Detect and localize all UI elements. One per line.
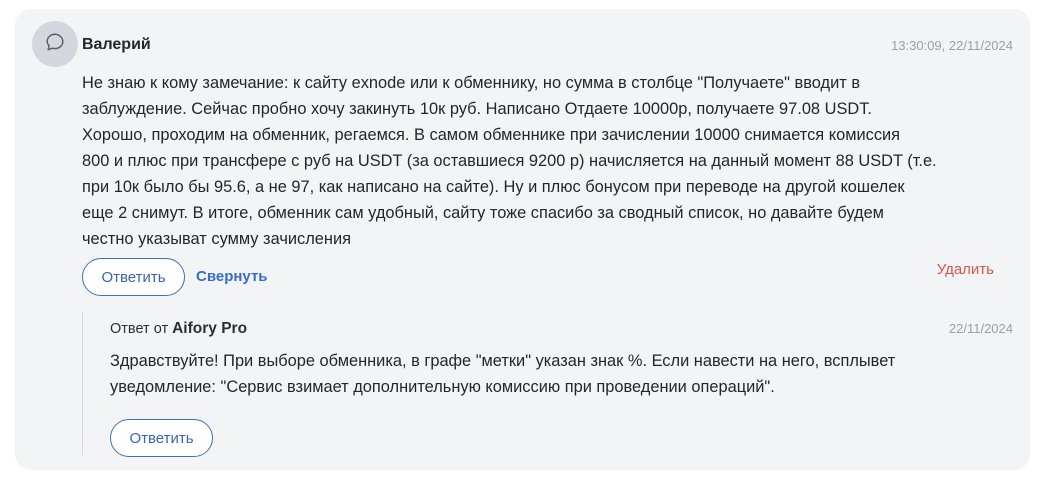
comment-author: Валерий (82, 36, 151, 53)
comment-line: еще 2 снимут. В итоге, обменник сам удоб… (82, 204, 884, 222)
comment-body: Не знаю к кому замечание: к сайту exnode… (82, 70, 1012, 252)
reply-author: Aifory Pro (172, 320, 248, 337)
reply-line: уведомление: "Сервис взимает дополнитель… (110, 378, 775, 396)
reply-line: Здравствуйте! При выборе обменника, в гр… (110, 352, 896, 370)
comment-line: честно указыват сумму зачисления (82, 230, 351, 248)
comment-line: Хорошо, проходим на обменник, регаемся. … (82, 126, 901, 144)
reply-prefix: Ответ от (110, 321, 169, 337)
comment-line: Не знаю к кому замечание: к сайту exnode… (82, 74, 861, 92)
avatar (32, 21, 78, 67)
chat-bubble-icon (44, 31, 66, 58)
reply-button[interactable]: Ответить (82, 258, 185, 296)
comment-timestamp: 13:30:09, 22/11/2024 (891, 38, 1013, 53)
reply-date: 22/11/2024 (948, 321, 1013, 336)
comment-line: заблуждение. Сейчас пробно хочу закинуть… (82, 100, 872, 118)
collapse-link[interactable]: Свернуть (196, 268, 268, 285)
comment-line: при 10к было бы 95.6, а не 97, как напис… (82, 178, 905, 196)
comment-line: 800 и плюс при трансфере с руб на USDT (… (82, 152, 937, 170)
reply-thread-line (82, 312, 83, 455)
reply-header: Ответ от Aifory Pro (110, 320, 247, 338)
reply-body: Здравствуйте! При выборе обменника, в гр… (110, 348, 1010, 400)
reply-to-reply-button[interactable]: Ответить (110, 419, 213, 457)
delete-link[interactable]: Удалить (937, 261, 994, 278)
